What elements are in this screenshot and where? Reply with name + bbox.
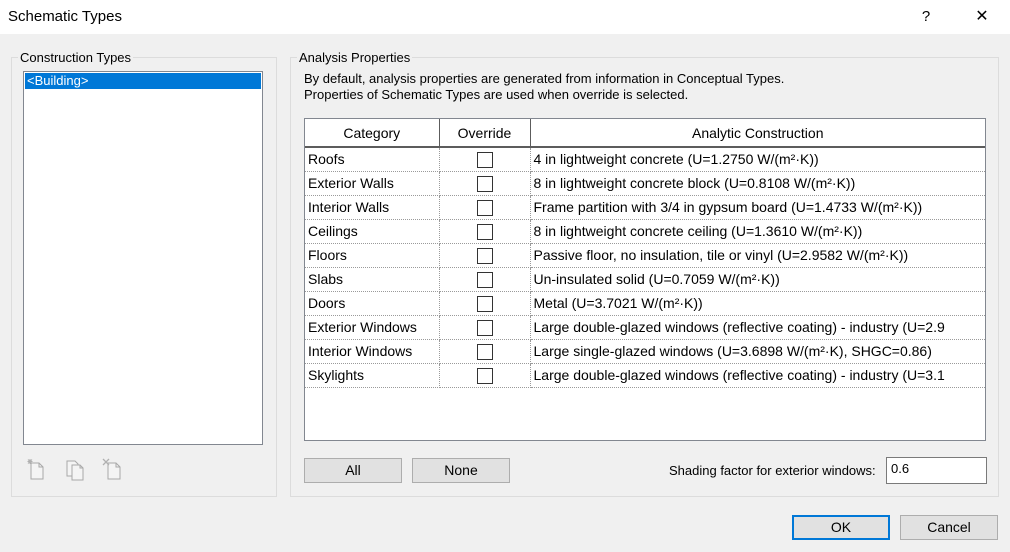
column-header-analytic-construction[interactable]: Analytic Construction xyxy=(530,119,985,148)
analysis-properties-grid: Category Override Analytic Construction … xyxy=(304,118,986,441)
analytic-construction-cell[interactable]: Passive floor, no insulation, tile or vi… xyxy=(530,243,985,268)
close-icon: ✕ xyxy=(975,8,989,25)
table-row[interactable]: Ceilings 8 in lightweight concrete ceilin… xyxy=(305,219,985,244)
override-cell xyxy=(439,315,531,340)
override-checkbox[interactable] xyxy=(476,175,493,192)
analytic-construction-cell[interactable]: 8 in lightweight concrete ceiling (U=1.3… xyxy=(530,219,985,244)
override-checkbox[interactable] xyxy=(476,151,493,168)
analytic-construction-cell[interactable]: Frame partition with 3/4 in gypsum board… xyxy=(530,195,985,220)
override-checkbox[interactable] xyxy=(476,271,493,288)
analysis-description: By default, analysis properties are gene… xyxy=(304,71,784,103)
ok-button[interactable]: OK xyxy=(792,515,890,540)
table-row[interactable]: Doors Metal (U=3.7021 W/(m²·K)) xyxy=(305,291,985,316)
table-row[interactable]: Slabs Un-insulated solid (U=0.7059 W/(m²·… xyxy=(305,267,985,292)
table-row[interactable]: Interior Windows Large single-glazed wind… xyxy=(305,339,985,364)
analytic-construction-cell[interactable]: Un-insulated solid (U=0.7059 W/(m²·K)) xyxy=(530,267,985,292)
cancel-button[interactable]: Cancel xyxy=(900,515,998,540)
override-cell xyxy=(439,291,531,316)
shading-factor-label: Shading factor for exterior windows: xyxy=(669,463,876,478)
delete-type-icon[interactable] xyxy=(102,458,124,482)
category-cell: Slabs xyxy=(305,267,440,292)
override-checkbox[interactable] xyxy=(476,367,493,384)
category-cell: Exterior Walls xyxy=(305,171,440,196)
override-checkbox[interactable] xyxy=(476,295,493,312)
title-bar: Schematic Types ? ✕ xyxy=(0,0,1010,34)
override-checkbox[interactable] xyxy=(476,199,493,216)
override-cell xyxy=(439,243,531,268)
override-checkbox[interactable] xyxy=(476,223,493,240)
all-button[interactable]: All xyxy=(304,458,402,483)
window-title: Schematic Types xyxy=(8,8,122,25)
construction-types-list[interactable]: <Building> xyxy=(23,71,263,445)
table-header-row: Category Override Analytic Construction xyxy=(305,119,985,148)
analytic-construction-cell[interactable]: Large single-glazed windows (U=3.6898 W/… xyxy=(530,339,985,364)
category-cell: Ceilings xyxy=(305,219,440,244)
category-cell: Floors xyxy=(305,243,440,268)
category-cell: Skylights xyxy=(305,363,440,388)
help-button[interactable]: ? xyxy=(912,4,940,30)
override-cell xyxy=(439,267,531,292)
table-row[interactable]: Exterior Walls 8 in lightweight concrete … xyxy=(305,171,985,196)
category-cell: Exterior Windows xyxy=(305,315,440,340)
column-header-category[interactable]: Category xyxy=(305,119,440,148)
category-cell: Interior Windows xyxy=(305,339,440,364)
table-row[interactable]: Roofs 4 in lightweight concrete (U=1.2750… xyxy=(305,147,985,172)
construction-type-item[interactable]: <Building> xyxy=(25,73,261,89)
shading-factor-input[interactable]: 0.6 xyxy=(886,457,987,484)
category-cell: Doors xyxy=(305,291,440,316)
override-cell xyxy=(439,171,531,196)
override-cell xyxy=(439,195,531,220)
override-checkbox[interactable] xyxy=(476,319,493,336)
column-header-override[interactable]: Override xyxy=(439,119,531,148)
none-button[interactable]: None xyxy=(412,458,510,483)
analytic-construction-cell[interactable]: Large double-glazed windows (reflective … xyxy=(530,363,985,388)
analytic-construction-cell[interactable]: Large double-glazed windows (reflective … xyxy=(530,315,985,340)
analysis-properties-label: Analysis Properties xyxy=(299,50,411,65)
duplicate-type-icon[interactable] xyxy=(64,458,86,482)
close-button[interactable]: ✕ xyxy=(964,4,1000,30)
override-cell xyxy=(439,219,531,244)
category-cell: Roofs xyxy=(305,147,440,172)
analytic-construction-cell[interactable]: 4 in lightweight concrete (U=1.2750 W/(m… xyxy=(530,147,985,172)
description-line: By default, analysis properties are gene… xyxy=(304,71,785,86)
category-cell: Interior Walls xyxy=(305,195,440,220)
override-checkbox[interactable] xyxy=(476,343,493,360)
override-cell xyxy=(439,363,531,388)
analysis-table-body: Roofs 4 in lightweight concrete (U=1.2750… xyxy=(305,147,985,388)
table-row[interactable]: Floors Passive floor, no insulation, tile… xyxy=(305,243,985,268)
analytic-construction-cell[interactable]: 8 in lightweight concrete block (U=0.810… xyxy=(530,171,985,196)
table-row[interactable]: Exterior Windows Large double-glazed wind… xyxy=(305,315,985,340)
override-cell xyxy=(439,339,531,364)
analysis-table: Category Override Analytic Construction … xyxy=(305,119,985,388)
analytic-construction-cell[interactable]: Metal (U=3.7021 W/(m²·K)) xyxy=(530,291,985,316)
override-cell xyxy=(439,147,531,172)
override-checkbox[interactable] xyxy=(476,247,493,264)
description-line: Properties of Schematic Types are used w… xyxy=(304,87,689,102)
table-row[interactable]: Skylights Large double-glazed windows (re… xyxy=(305,363,985,388)
table-row[interactable]: Interior Walls Frame partition with 3/4 i… xyxy=(305,195,985,220)
construction-types-label: Construction Types xyxy=(20,50,132,65)
new-type-icon[interactable] xyxy=(26,458,48,482)
